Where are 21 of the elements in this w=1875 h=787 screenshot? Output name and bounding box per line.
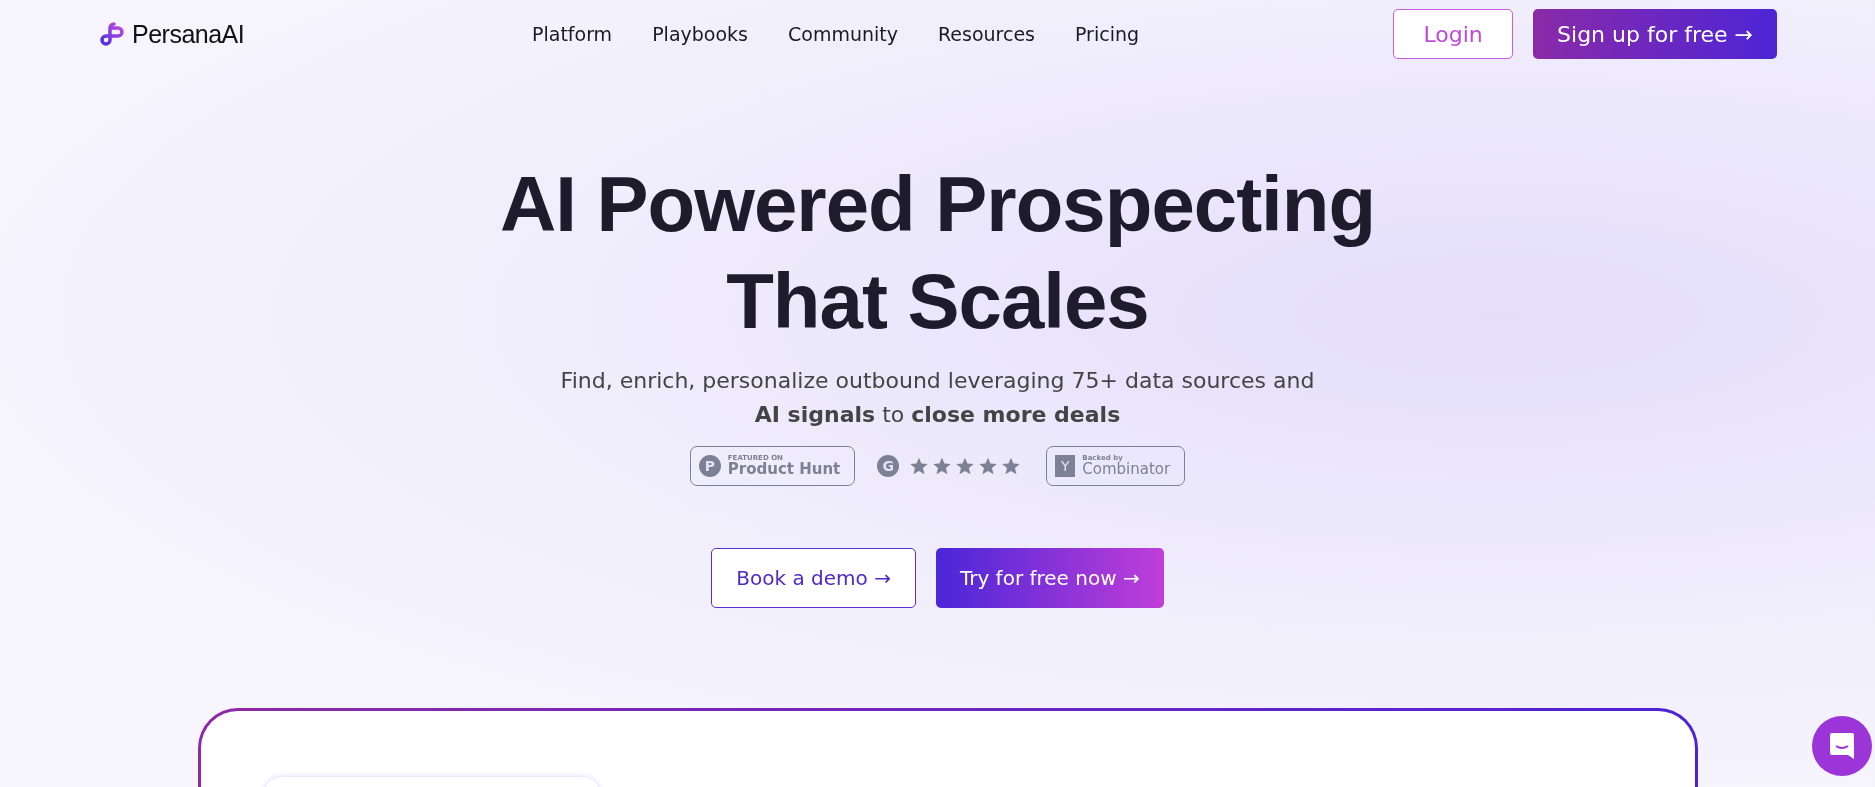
nav-link[interactable]: Playbooks: [652, 23, 748, 45]
nav-link[interactable]: Platform: [532, 23, 613, 45]
book-demo-button[interactable]: Book a demo →: [711, 548, 916, 608]
login-button[interactable]: Login: [1393, 9, 1514, 59]
hero-title: That Scales: [725, 256, 1150, 347]
chat-button[interactable]: [1812, 716, 1872, 776]
g2-logo: G: [877, 455, 900, 477]
nav-link[interactable]: Community: [788, 23, 898, 45]
logo-text[interactable]: PersanaAI: [132, 19, 245, 49]
hero-title: AI Powered Prospecting: [499, 159, 1376, 250]
chat-icon: [1829, 732, 1855, 760]
yc-logo: Y: [1055, 455, 1076, 477]
nav-link[interactable]: Resources: [937, 23, 1035, 45]
hero-subtitle: Find, enrich, personalize outbound leveraging 75+ data sources and AI signals to close more deals: [560, 367, 1315, 429]
badge-text: Product Hunt: [727, 462, 841, 477]
try-free-button[interactable]: Try for free now →: [935, 548, 1164, 608]
logo-icon: [98, 22, 126, 46]
nav-link[interactable]: Pricing: [1075, 23, 1140, 45]
producthunt-logo: P: [698, 455, 721, 477]
badge-text: Combinator: [1082, 462, 1171, 477]
signup-button[interactable]: Sign up for free →: [1533, 9, 1777, 59]
